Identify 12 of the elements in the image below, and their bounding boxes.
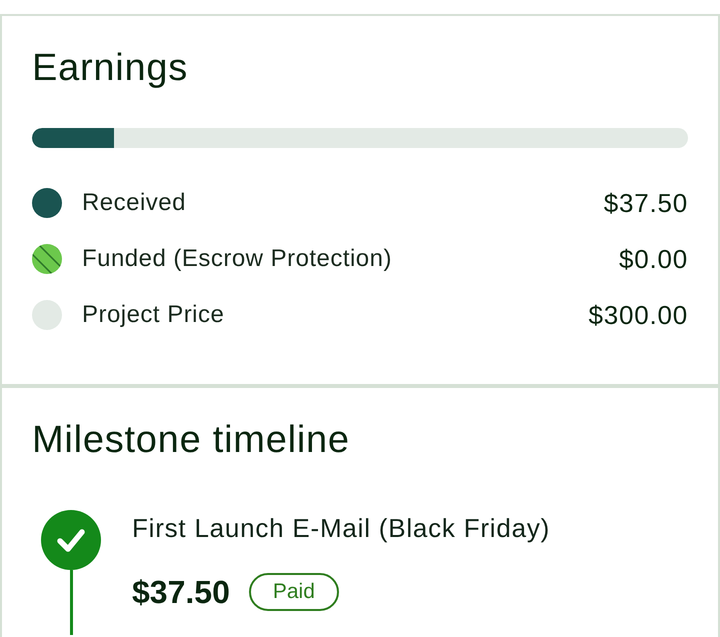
milestone-title: Milestone timeline <box>32 418 351 462</box>
status-badge: Paid <box>248 573 339 611</box>
legend-label: Project Price <box>82 300 224 330</box>
milestone-name: First Launch E-Mail (Black Friday) <box>132 512 550 544</box>
legend-amount: $0.00 <box>619 244 688 274</box>
legend-amount: $37.50 <box>604 188 688 218</box>
earnings-title: Earnings <box>32 46 190 90</box>
legend-label: Received <box>82 188 186 218</box>
legend-amount: $300.00 <box>588 300 688 330</box>
timeline-line <box>70 570 72 635</box>
legend-label: Funded (Escrow Protection) <box>82 244 392 274</box>
milestone-amount: $37.50 <box>132 574 230 610</box>
